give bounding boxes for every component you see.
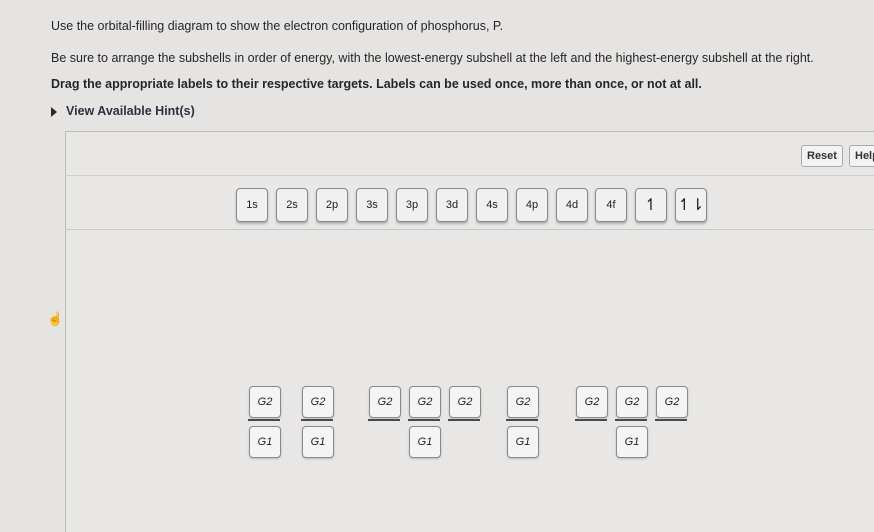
label-2s[interactable]: 2s xyxy=(276,188,308,222)
label-2p[interactable]: 2p xyxy=(316,188,348,222)
label-4f[interactable]: 4f xyxy=(595,188,627,222)
target-g2[interactable]: G2 xyxy=(302,386,334,418)
label-3s[interactable]: 3s xyxy=(356,188,388,222)
orbital-line xyxy=(301,419,333,421)
label-4d[interactable]: 4d xyxy=(556,188,588,222)
target-g2[interactable]: G2 xyxy=(409,386,441,418)
orbital-line xyxy=(506,419,538,421)
target-g2[interactable]: G2 xyxy=(656,386,688,418)
orbital-line xyxy=(368,419,400,421)
orbital-line xyxy=(655,419,687,421)
label-3d[interactable]: 3d xyxy=(436,188,468,222)
toolbar-divider xyxy=(65,175,874,176)
drag-drop-panel xyxy=(65,131,874,532)
label-1s[interactable]: 1s xyxy=(236,188,268,222)
instruction-line-3: Drag the appropriate labels to their res… xyxy=(51,77,702,91)
view-hints-toggle[interactable]: View Available Hint(s) xyxy=(51,104,195,118)
orbital-line xyxy=(615,419,647,421)
label-single-electron[interactable]: ↿ xyxy=(635,188,667,222)
target-g1[interactable]: G1 xyxy=(507,426,539,458)
label-bank-divider xyxy=(65,229,874,230)
target-g1[interactable]: G1 xyxy=(302,426,334,458)
label-paired-electrons[interactable]: ↿⇂ xyxy=(675,188,707,222)
label-4s[interactable]: 4s xyxy=(476,188,508,222)
target-g1[interactable]: G1 xyxy=(616,426,648,458)
target-g1[interactable]: G1 xyxy=(409,426,441,458)
hand-cursor-icon: ☝ xyxy=(47,311,64,326)
target-g2[interactable]: G2 xyxy=(576,386,608,418)
orbital-line xyxy=(448,419,480,421)
view-hints-label: View Available Hint(s) xyxy=(66,104,195,118)
label-3p[interactable]: 3p xyxy=(396,188,428,222)
orbital-line xyxy=(575,419,607,421)
help-button[interactable]: Help xyxy=(849,145,874,167)
target-g2[interactable]: G2 xyxy=(449,386,481,418)
target-g1[interactable]: G1 xyxy=(249,426,281,458)
instruction-line-2: Be sure to arrange the subshells in orde… xyxy=(51,51,814,65)
target-g2[interactable]: G2 xyxy=(507,386,539,418)
instruction-line-1: Use the orbital-filling diagram to show … xyxy=(51,19,504,33)
target-g2[interactable]: G2 xyxy=(249,386,281,418)
orbital-line xyxy=(248,419,280,421)
orbital-line xyxy=(408,419,440,421)
caret-right-icon xyxy=(51,106,57,117)
target-g2[interactable]: G2 xyxy=(616,386,648,418)
target-g2[interactable]: G2 xyxy=(369,386,401,418)
reset-button[interactable]: Reset xyxy=(801,145,843,167)
label-4p[interactable]: 4p xyxy=(516,188,548,222)
